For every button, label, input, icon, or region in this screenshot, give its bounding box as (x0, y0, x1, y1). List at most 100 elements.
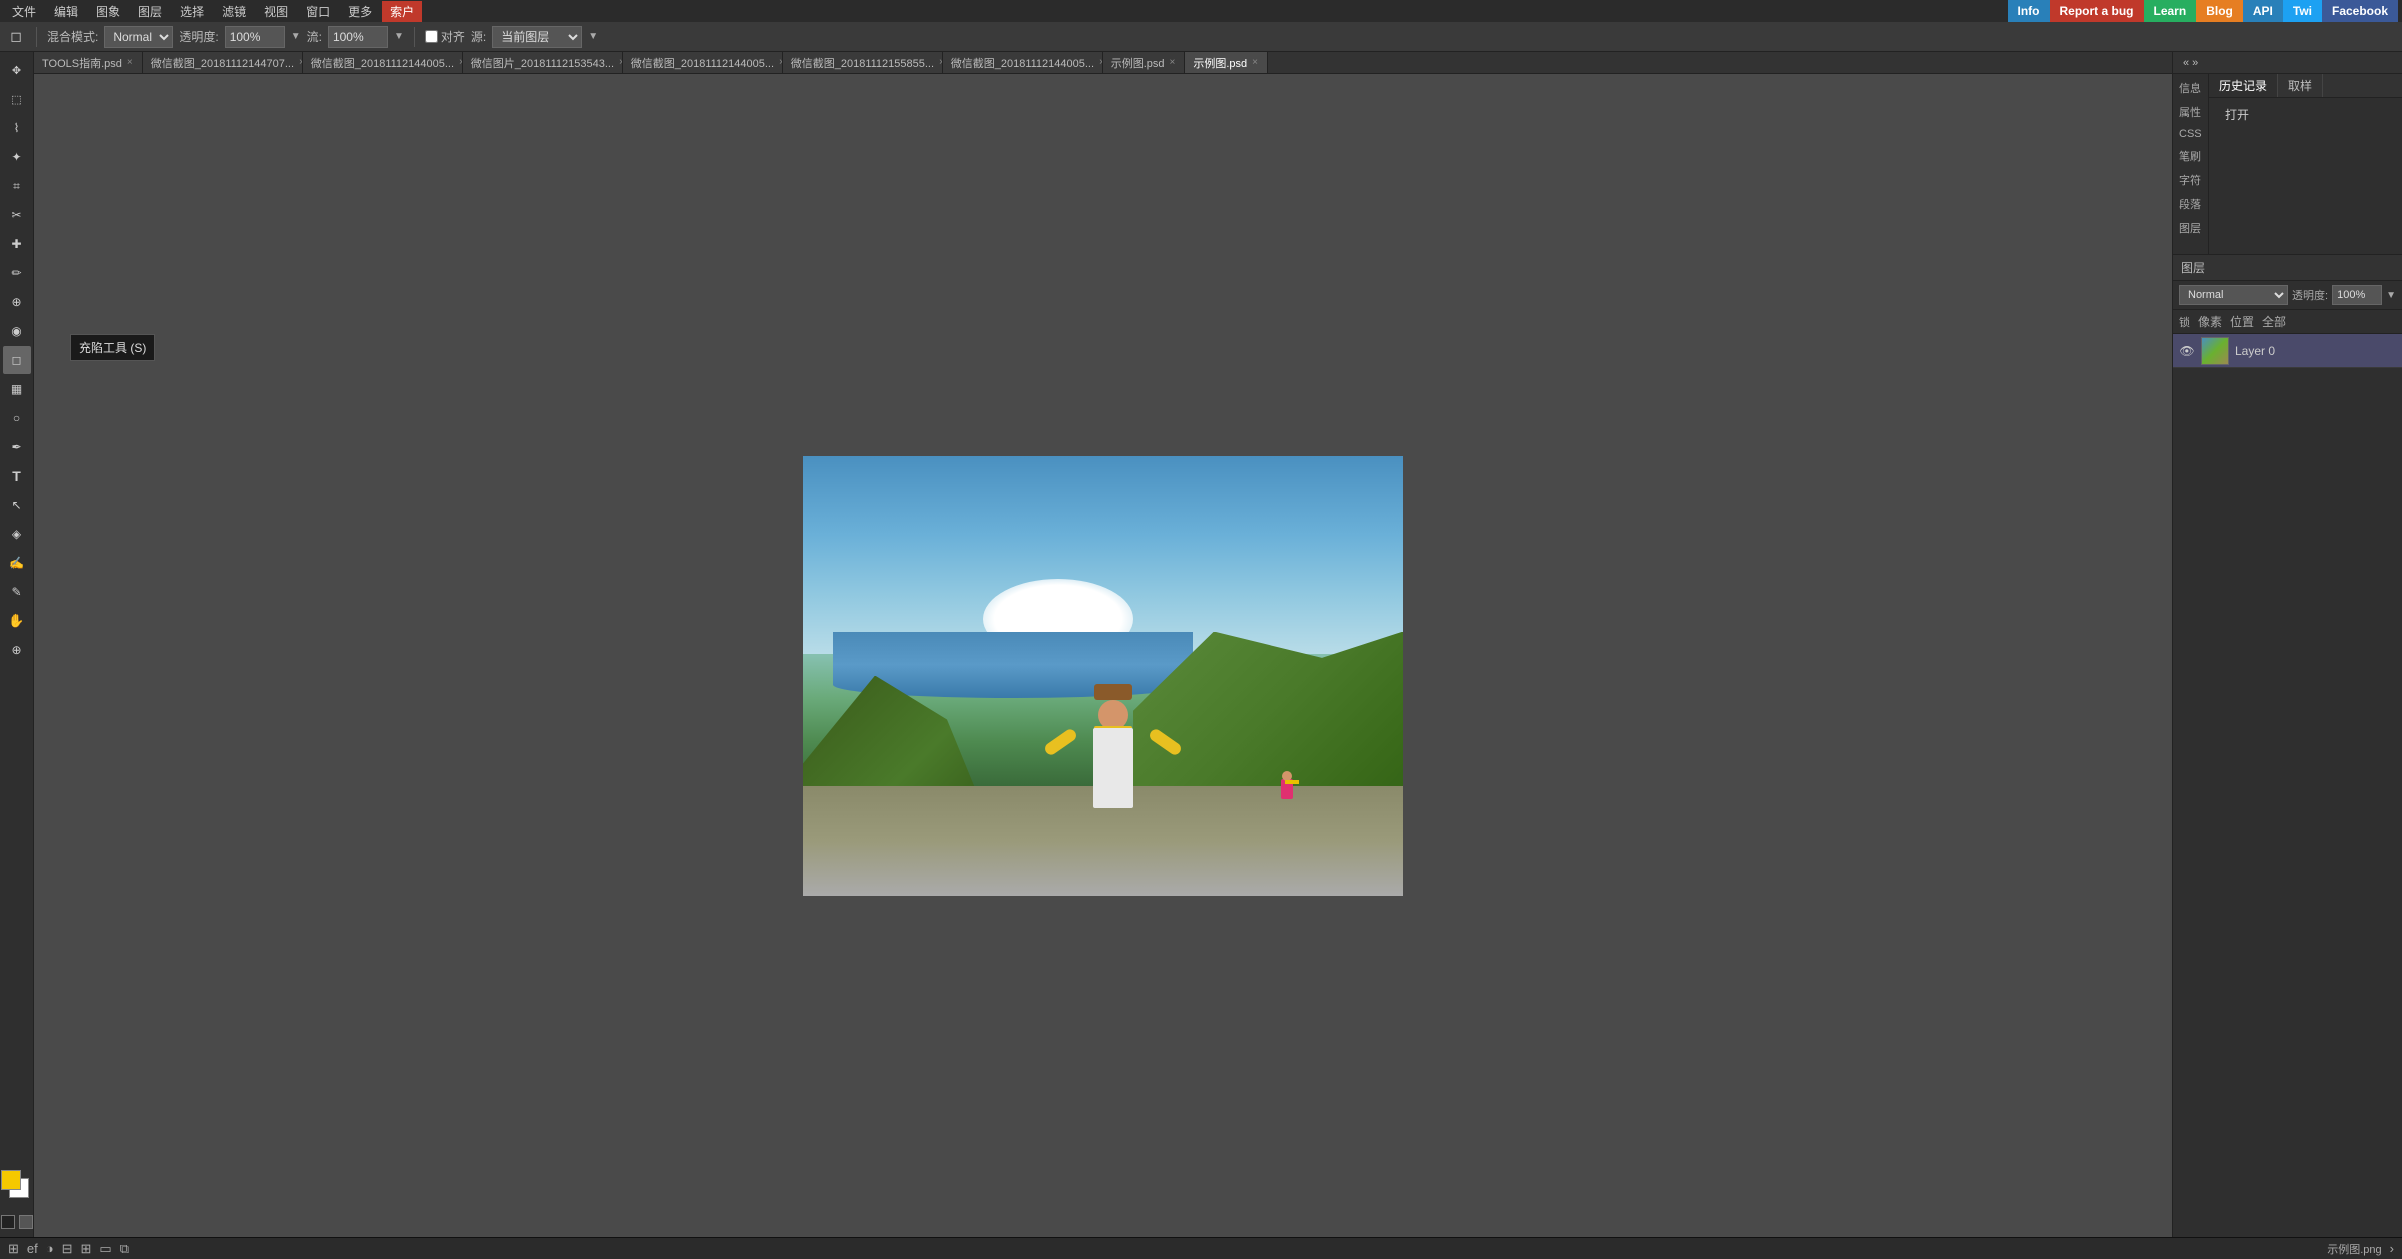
status-icon-grid[interactable]: ⊞ (8, 1241, 19, 1257)
tool-lasso[interactable]: ⌇ (3, 114, 31, 142)
tab-close-tools-guide[interactable]: × (126, 57, 134, 68)
tool-hand[interactable]: ✋ (3, 607, 31, 635)
layers-opacity-arrow[interactable]: ▼ (2386, 290, 2396, 301)
tab-wechat1[interactable]: 微信截图_20181112144707... × (143, 52, 303, 73)
menu-layer[interactable]: 图层 (130, 1, 170, 22)
layers-opacity-input[interactable] (2332, 285, 2382, 305)
tab-close-example-psd[interactable]: × (1169, 57, 1177, 68)
facebook-button[interactable]: Facebook (2322, 0, 2398, 22)
menu-edit[interactable]: 编辑 (46, 1, 86, 22)
report-bug-button[interactable]: Report a bug (2050, 0, 2144, 22)
layers-list: 👁 Layer 0 (2173, 334, 2402, 1237)
tab-wechat2[interactable]: 微信截图_20181112144005... × (303, 52, 463, 73)
css-label[interactable]: CSS (2175, 126, 2206, 142)
tab-example-psd-active[interactable]: 示例图.psd × (1185, 52, 1268, 73)
tool-mode-alt[interactable] (19, 1215, 33, 1229)
lock-pixels[interactable]: 像素 (2198, 313, 2222, 330)
menu-view[interactable]: 视图 (256, 1, 296, 22)
tool-path-select[interactable]: ↖ (3, 491, 31, 519)
tool-crop[interactable]: ⌗ (3, 172, 31, 200)
tool-note[interactable]: ✎ (3, 578, 31, 606)
tab-label: 微信截图_20181112144005... (311, 55, 454, 71)
tool-zoom[interactable]: ⊕ (3, 636, 31, 664)
layers-blend-mode-select[interactable]: Normal (2179, 285, 2288, 305)
tab-history[interactable]: 历史记录 (2209, 74, 2278, 97)
layers-section: 图层 Normal 透明度: ▼ 锁 像素 位置 全部 (2173, 254, 2402, 1237)
menu-more[interactable]: 更多 (340, 1, 380, 22)
tool-move[interactable]: ✥ (3, 56, 31, 84)
status-arrow[interactable]: › (2390, 1241, 2394, 1256)
canvas-area[interactable]: 充陷工具 (S) (34, 74, 2172, 1237)
tool-pen[interactable]: ✒ (3, 433, 31, 461)
tool-shape[interactable]: ◈ (3, 520, 31, 548)
blend-mode-select[interactable]: Normal (104, 26, 173, 48)
lock-position[interactable]: 位置 (2230, 313, 2254, 330)
tool-gradient[interactable]: ▦ (3, 375, 31, 403)
info-label[interactable]: 信息 (2175, 78, 2206, 98)
status-right: 示例图.png › (2327, 1241, 2394, 1257)
blog-button[interactable]: Blog (2196, 0, 2243, 22)
source-select[interactable]: 当前图层 (492, 26, 582, 48)
menu-file[interactable]: 文件 (4, 1, 44, 22)
status-icon-circle[interactable]: ◑ (46, 1241, 54, 1256)
tab-tools-guide[interactable]: TOOLS指南.psd × (34, 52, 143, 73)
tool-mode-normal[interactable] (1, 1215, 15, 1229)
menu-window[interactable]: 窗口 (298, 1, 338, 22)
layer-visibility-toggle[interactable]: 👁 (2179, 343, 2195, 359)
menu-image[interactable]: 图象 (88, 1, 128, 22)
status-icon-rect[interactable]: ▭ (99, 1241, 111, 1257)
tool-eraser[interactable]: ◻ (3, 346, 31, 374)
opacity-input[interactable] (225, 26, 285, 48)
tab-wechat3[interactable]: 微信截图_20181112144005... × (623, 52, 783, 73)
layers-label[interactable]: 图层 (2175, 218, 2206, 238)
menu-filter[interactable]: 滤镜 (214, 1, 254, 22)
opacity-arrow[interactable]: ▼ (291, 31, 301, 42)
layer-item-0[interactable]: 👁 Layer 0 (2173, 334, 2402, 368)
hat (1094, 684, 1132, 700)
char-label[interactable]: 字符 (2175, 170, 2206, 190)
tool-history[interactable]: ◉ (3, 317, 31, 345)
tool-eyedropper[interactable]: ✍ (3, 549, 31, 577)
tool-magic-wand[interactable]: ✦ (3, 143, 31, 171)
flow-input[interactable] (328, 26, 388, 48)
tab-example-psd[interactable]: 示例图.psd × (1103, 52, 1186, 73)
tab-wechat5[interactable]: 微信截图_20181112144005... × (943, 52, 1103, 73)
tab-sample[interactable]: 取样 (2278, 74, 2323, 97)
lock-all[interactable]: 全部 (2262, 313, 2286, 330)
tab-close-example-active[interactable]: × (1251, 57, 1259, 68)
learn-button[interactable]: Learn (2144, 0, 2197, 22)
status-icon-copy[interactable]: ⧉ (120, 1241, 129, 1257)
foreground-color-swatch[interactable] (1, 1170, 21, 1190)
divider (36, 27, 37, 47)
tool-heal[interactable]: ✚ (3, 230, 31, 258)
collapse-button[interactable]: « » (2177, 55, 2204, 71)
menu-user[interactable]: 索户 (382, 1, 422, 22)
status-icon-minus[interactable]: ⊟ (62, 1241, 73, 1257)
photo-canvas[interactable] (803, 456, 1403, 896)
tab-wechat4[interactable]: 微信截图_20181112155855... × (783, 52, 943, 73)
props-label[interactable]: 属性 (2175, 102, 2206, 122)
flow-arrow[interactable]: ▼ (394, 31, 404, 42)
para-label[interactable]: 段落 (2175, 194, 2206, 214)
tool-text[interactable]: T (3, 462, 31, 490)
tool-dodge[interactable]: ○ (3, 404, 31, 432)
status-icon-ef[interactable]: ef (27, 1241, 38, 1256)
tool-select-rect[interactable]: ⬚ (3, 85, 31, 113)
source-arrow[interactable]: ▼ (588, 31, 598, 42)
content-area: ✥ ⬚ ⌇ ✦ ⌗ ✂ ✚ ✏ ⊕ ◉ ◻ ▦ ○ ✒ T ↖ ◈ ✍ ✎ ✋ … (0, 52, 2402, 1237)
tabs-bar: TOOLS指南.psd × 微信截图_20181112144707... × 微… (34, 52, 2172, 74)
info-button[interactable]: Info (2008, 0, 2050, 22)
tool-brush[interactable]: ✏ (3, 259, 31, 287)
brush-label[interactable]: 笔刷 (2175, 146, 2206, 166)
twi-button[interactable]: Twi (2283, 0, 2322, 22)
menu-select[interactable]: 选择 (172, 1, 212, 22)
tab-wechat-img[interactable]: 微信图片_20181112153543... × (463, 52, 623, 73)
tool-tooltip: 充陷工具 (S) (70, 334, 155, 361)
tool-eyedropper-top[interactable]: ✂ (3, 201, 31, 229)
tool-clone[interactable]: ⊕ (3, 288, 31, 316)
status-icon-grid2[interactable]: ⊞ (81, 1241, 92, 1257)
background-person (1279, 764, 1295, 799)
api-button[interactable]: API (2243, 0, 2283, 22)
align-checkbox[interactable] (425, 30, 438, 43)
tool-icon: ◻ (6, 27, 26, 47)
